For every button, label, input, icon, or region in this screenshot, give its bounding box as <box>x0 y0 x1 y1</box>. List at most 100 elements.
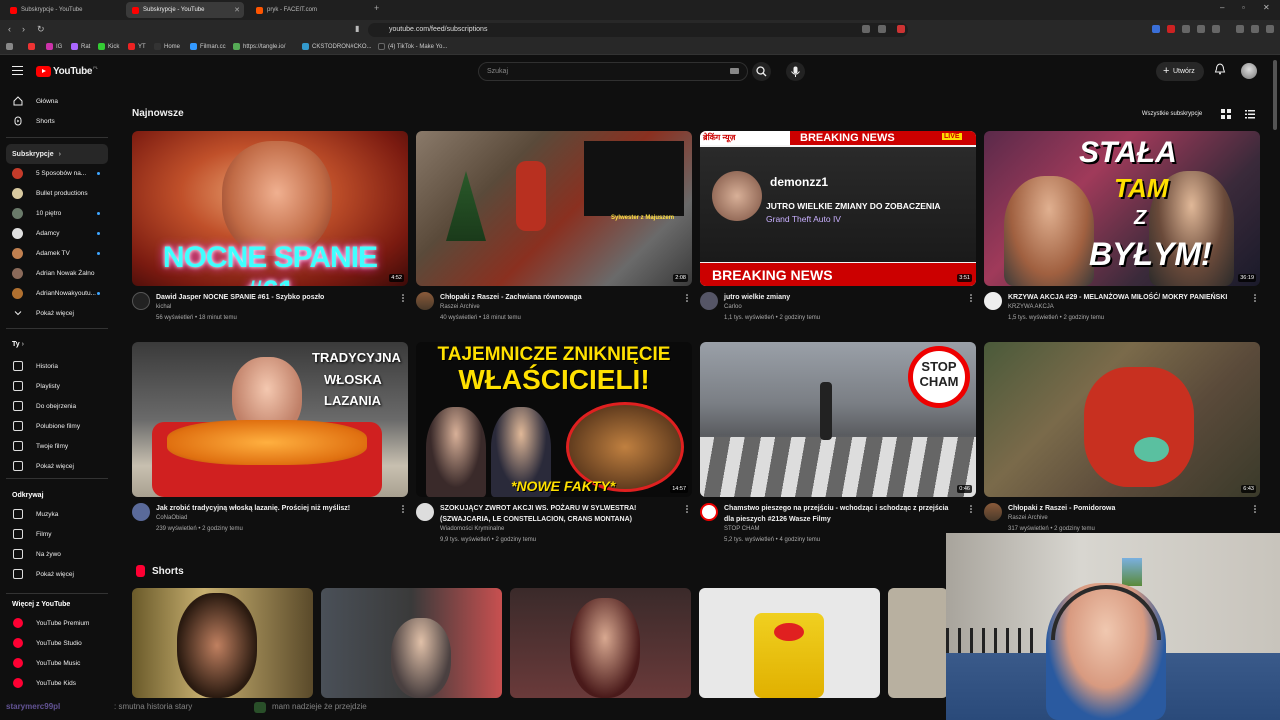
extension-icon[interactable] <box>897 25 905 33</box>
bookmark-item[interactable]: YT <box>128 43 146 50</box>
sidebar-item[interactable]: Adrian Nowak Żalno <box>6 263 108 283</box>
channel-avatar[interactable] <box>416 503 434 521</box>
bookmark-icon[interactable]: ▮ <box>355 24 359 33</box>
video-title[interactable]: SZOKUJĄCY ZWROT AKCJI WS. POŻARU W SYLWE… <box>440 503 676 525</box>
account-avatar[interactable] <box>1241 63 1257 79</box>
extension-icon[interactable] <box>1212 25 1220 33</box>
sidebar-item[interactable]: Pokaż więcej <box>6 564 108 584</box>
bookmark-item[interactable] <box>28 43 38 50</box>
sidebar-subs-show-more[interactable]: Pokaż więcej <box>6 303 108 323</box>
sidebar-item[interactable]: YouTube Premium <box>6 613 108 633</box>
sidebar-item[interactable]: YouTube Music <box>6 653 108 673</box>
all-subscriptions-button[interactable]: Wszystkie subskrypcje <box>1132 106 1212 122</box>
forward-icon[interactable]: › <box>22 24 25 34</box>
extension-icon[interactable] <box>862 25 870 33</box>
list-view-icon[interactable] <box>1245 109 1255 119</box>
bookmark-item[interactable]: Kick <box>98 43 119 50</box>
channel-avatar[interactable] <box>984 503 1002 521</box>
grid-view-icon[interactable] <box>1221 109 1231 119</box>
channel-name[interactable]: KRZYWA AKCJA <box>1008 304 1054 310</box>
sidebar-item[interactable]: 10 piętro <box>6 203 108 223</box>
sidebar-you-header[interactable]: Ty › <box>12 341 24 348</box>
sidebar-item[interactable]: Na żywo <box>6 544 108 564</box>
channel-avatar[interactable] <box>984 292 1002 310</box>
video-title[interactable]: Chłopaki z Raszei - Zachwiana równowaga <box>440 292 676 303</box>
more-options-icon[interactable] <box>1254 505 1256 513</box>
short-card[interactable] <box>888 588 948 698</box>
extension-icon[interactable] <box>1182 25 1190 33</box>
sidebar-item[interactable]: Polubione filmy <box>6 416 108 436</box>
video-card[interactable]: TAJEMNICZE ZNIKNIĘCIE WŁAŚCICIELI! *NOWE… <box>416 342 692 547</box>
sidebar-item-home[interactable]: Główna <box>6 91 108 111</box>
minimize-icon[interactable]: – <box>1220 3 1224 12</box>
extension-icon[interactable] <box>1236 25 1244 33</box>
channel-avatar[interactable] <box>416 292 434 310</box>
reload-icon[interactable]: ↻ <box>37 24 45 35</box>
extension-icon[interactable] <box>1152 25 1160 33</box>
more-options-icon[interactable] <box>686 294 688 302</box>
channel-name[interactable]: Raszei Archive <box>1008 515 1048 521</box>
more-options-icon[interactable] <box>686 505 688 513</box>
extension-icon[interactable] <box>1251 25 1259 33</box>
short-card[interactable] <box>132 588 313 698</box>
extension-icon[interactable] <box>1197 25 1205 33</box>
more-options-icon[interactable] <box>1254 294 1256 302</box>
browser-tab[interactable]: pryk - FACEIT.com <box>250 2 368 18</box>
video-card[interactable]: Sylwester z Majuszem 2:08 Chłopaki z Ras… <box>416 131 692 336</box>
extension-icon[interactable] <box>1167 25 1175 33</box>
video-card[interactable]: STOP CHAM 0:46 Chamstwo pieszego na prze… <box>700 342 976 547</box>
channel-avatar[interactable] <box>132 503 150 521</box>
keyboard-icon[interactable] <box>730 68 739 74</box>
bookmark-item[interactable]: (4) TikTok - Make Yo... <box>378 43 447 50</box>
apps-icon[interactable] <box>6 43 16 50</box>
more-options-icon[interactable] <box>970 294 972 302</box>
sidebar-item[interactable]: Muzyka <box>6 504 108 524</box>
close-window-icon[interactable]: ✕ <box>1263 3 1270 12</box>
bookmark-item[interactable]: IG <box>46 43 62 50</box>
video-title[interactable]: jutro wielkie zmiany <box>724 292 960 303</box>
sidebar-item[interactable]: Adamek TV <box>6 243 108 263</box>
more-options-icon[interactable] <box>402 294 404 302</box>
sidebar-item[interactable]: Twoje filmy <box>6 436 108 456</box>
video-thumbnail[interactable]: STOP CHAM 0:46 <box>700 342 976 497</box>
video-card[interactable]: 6:43 Chłopaki z Raszei - Pomidorowa Rasz… <box>984 342 1260 547</box>
menu-icon[interactable] <box>1266 25 1274 33</box>
video-thumbnail[interactable]: ब्रेकिंग न्यूज़ BREAKING NEWS LIVE demon… <box>700 131 976 286</box>
extension-icon[interactable] <box>878 25 886 33</box>
page-scrollbar[interactable] <box>1273 60 1277 130</box>
video-card[interactable]: TRADYCYJNA WŁOSKA LAZANIA Jak zrobić tra… <box>132 342 408 547</box>
sidebar-item[interactable]: Playlisty <box>6 376 108 396</box>
more-options-icon[interactable] <box>402 505 404 513</box>
video-thumbnail[interactable]: TRADYCYJNA WŁOSKA LAZANIA <box>132 342 408 497</box>
hamburger-menu-icon[interactable] <box>12 66 23 75</box>
bookmark-item[interactable]: Home <box>154 43 180 50</box>
notifications-bell-icon[interactable] <box>1214 63 1226 75</box>
sidebar-item[interactable]: AdrianNowakyoutu... <box>6 283 108 303</box>
url-field[interactable]: youtube.com/feed/subscriptions <box>368 23 908 37</box>
video-title[interactable]: Chamstwo pieszego na przejściu - wchodzą… <box>724 503 960 525</box>
close-tab-icon[interactable]: ✕ <box>234 6 240 14</box>
video-thumbnail[interactable]: Sylwester z Majuszem 2:08 <box>416 131 692 286</box>
channel-name[interactable]: Raszei Archive <box>440 304 480 310</box>
channel-avatar[interactable] <box>700 503 718 521</box>
bookmark-item[interactable]: Rat <box>71 43 90 50</box>
sidebar-item[interactable]: Historia <box>6 356 108 376</box>
bookmark-item[interactable]: Filman.cc <box>190 43 226 50</box>
sidebar-item[interactable]: Pokaż więcej <box>6 456 108 476</box>
channel-name[interactable]: kichal <box>156 304 171 310</box>
sidebar-item[interactable]: YouTube Studio <box>6 633 108 653</box>
sidebar-item-shorts[interactable]: Shorts <box>6 111 108 131</box>
channel-name[interactable]: CoNaObiad <box>156 515 187 521</box>
channel-avatar[interactable] <box>700 292 718 310</box>
channel-avatar[interactable] <box>132 292 150 310</box>
sidebar-item[interactable]: Do obejrzenia <box>6 396 108 416</box>
bookmark-item[interactable]: CKSTODRON#CKO... <box>302 43 372 50</box>
video-card[interactable]: STAŁA TAM Z BYŁYM! 36:19 KRZYWA AKCJA #2… <box>984 131 1260 336</box>
sidebar-item[interactable]: Adamcy <box>6 223 108 243</box>
video-thumbnail[interactable]: TAJEMNICZE ZNIKNIĘCIE WŁAŚCICIELI! *NOWE… <box>416 342 692 497</box>
browser-tab-active[interactable]: Subskrypcje - YouTube ✕ <box>126 2 244 18</box>
sidebar-item[interactable]: 5 Sposobów na... <box>6 163 108 183</box>
more-options-icon[interactable] <box>970 505 972 513</box>
video-title[interactable]: Jak zrobić tradycyjną włoską lazanię. Pr… <box>156 503 392 514</box>
video-thumbnail[interactable]: NOCNE SPANIE #61 4:52 <box>132 131 408 286</box>
